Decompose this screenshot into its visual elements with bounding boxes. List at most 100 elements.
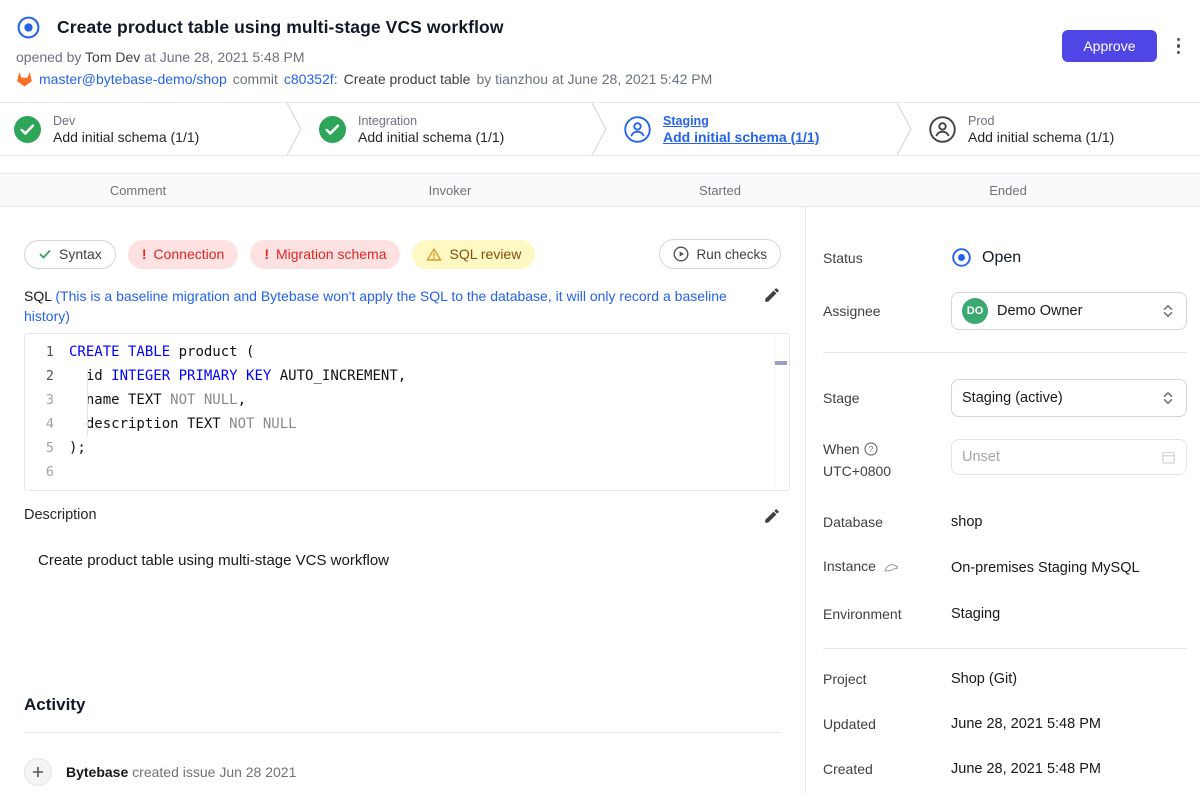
environment-value: Staging — [951, 606, 1000, 622]
column-header-ended: Ended — [816, 183, 1200, 198]
code-line: 1CREATE TABLE product ( — [25, 340, 789, 364]
instance-value: On-premises Staging MySQL — [951, 560, 1140, 576]
check-badge-connection[interactable]: ! Connection — [128, 240, 239, 269]
editor-overview-ruler-mark — [775, 361, 787, 365]
more-actions-button[interactable] — [1171, 34, 1187, 59]
page-title: Create product table using multi-stage V… — [57, 17, 504, 38]
updated-value: June 28, 2021 5:48 PM — [951, 716, 1101, 732]
when-date-input[interactable]: Unset — [951, 439, 1187, 475]
line-number: 1 — [25, 340, 69, 364]
line-number: 3 — [25, 388, 69, 412]
assignee-avatar: DO — [962, 298, 988, 324]
stage-separator — [895, 103, 915, 155]
assignee-value: Demo Owner — [997, 303, 1082, 319]
environment-row: Environment Staging — [823, 606, 1187, 622]
help-question-icon[interactable]: ? — [864, 441, 878, 461]
line-number: 5 — [25, 436, 69, 460]
assignee-select[interactable]: DO Demo Owner — [951, 292, 1187, 330]
vcs-commit-line: master@bytebase-demo/shop commit c80352f… — [16, 71, 1184, 87]
created-label: Created — [823, 761, 951, 777]
task-table-header: Comment Invoker Started Ended — [0, 173, 1200, 207]
stage-prod[interactable]: Prod Add initial schema (1/1) — [915, 103, 1200, 155]
line-number: 6 — [25, 460, 69, 484]
when-placeholder: Unset — [962, 449, 1000, 465]
line-number: 4 — [25, 412, 69, 436]
sql-code-editor[interactable]: 1CREATE TABLE product ( 2 id INTEGER PRI… — [24, 333, 790, 491]
updated-row: Updated June 28, 2021 5:48 PM — [823, 716, 1187, 732]
description-label: Description — [24, 507, 97, 523]
stage-task: Add initial schema (1/1) — [358, 129, 504, 145]
stage-separator — [285, 103, 305, 155]
sidebar-divider — [823, 648, 1187, 649]
branch-repo-link[interactable]: master@bytebase-demo/shop — [39, 71, 227, 87]
issue-open-icon — [16, 15, 41, 40]
issue-detail-page: Create product table using multi-stage V… — [0, 0, 1200, 800]
status-label: Status — [823, 250, 951, 266]
stage-pipeline: Dev Add initial schema (1/1) Integration… — [0, 102, 1200, 156]
created-row: Created June 28, 2021 5:48 PM — [823, 761, 1187, 777]
code-line: 2 id INTEGER PRIMARY KEY AUTO_INCREMENT, — [25, 364, 789, 388]
sql-section-header: SQL (This is a baseline migration and By… — [24, 286, 781, 326]
chevron-updown-icon — [1160, 390, 1176, 406]
edit-sql-icon[interactable] — [763, 286, 781, 326]
sql-baseline-note: (This is a baseline migration and Byteba… — [24, 288, 727, 324]
stage-row: Stage Staging (active) — [823, 379, 1187, 417]
when-row: When? UTC+0800 Unset — [823, 439, 1187, 481]
column-header-invoker: Invoker — [276, 183, 624, 198]
stage-separator — [590, 103, 610, 155]
opened-by-time: at June 28, 2021 5:48 PM — [144, 49, 304, 65]
assignee-row: Assignee DO Demo Owner — [823, 292, 1187, 330]
commit-meta: by tianzhou at June 28, 2021 5:42 PM — [476, 71, 712, 87]
sql-label: SQL — [24, 288, 55, 304]
instance-row: Instance On-premises Staging MySQL — [823, 558, 1187, 577]
chevron-updown-icon — [1160, 303, 1176, 319]
check-badge-syntax[interactable]: Syntax — [24, 240, 116, 269]
column-header-comment: Comment — [0, 183, 276, 198]
project-row: Project Shop (Git) — [823, 671, 1187, 687]
updated-label: Updated — [823, 716, 951, 732]
stage-label: Stage — [823, 390, 951, 406]
database-value: shop — [951, 514, 982, 530]
check-badge-sql-review[interactable]: SQL review — [412, 240, 535, 269]
stage-task: Add initial schema (1/1) — [663, 129, 819, 145]
stage-name: Dev — [53, 114, 199, 128]
error-bang-icon: ! — [264, 246, 269, 262]
run-checks-label: Run checks — [696, 247, 767, 262]
activity-entry: Bytebase created issue Jun 28 2021 — [24, 758, 781, 786]
environment-label: Environment — [823, 606, 951, 622]
stage-dev[interactable]: Dev Add initial schema (1/1) — [0, 103, 285, 155]
check-badge-migration-schema[interactable]: ! Migration schema — [250, 240, 400, 269]
created-value: June 28, 2021 5:48 PM — [951, 761, 1101, 777]
stage-name: Prod — [968, 114, 1114, 128]
commit-hash-link[interactable]: c80352f: — [284, 71, 338, 87]
code-line: 6 — [25, 460, 789, 484]
commit-word: commit — [233, 71, 278, 87]
project-value: Shop (Git) — [951, 671, 1017, 687]
status-row: Status Open — [823, 247, 1187, 268]
activity-divider — [24, 732, 781, 733]
database-label: Database — [823, 514, 951, 530]
code-line: 3 name TEXT NOT NULL, — [25, 388, 789, 412]
svg-text:?: ? — [868, 444, 873, 454]
calendar-icon — [1161, 450, 1176, 465]
check-circle-icon — [319, 116, 346, 143]
stage-select[interactable]: Staging (active) — [951, 379, 1187, 417]
line-number: 2 — [25, 364, 69, 388]
approve-button[interactable]: Approve — [1062, 30, 1156, 62]
checks-row: Syntax ! Connection ! Migration schema S… — [24, 239, 781, 269]
column-header-started: Started — [624, 183, 816, 198]
indent-guide — [87, 370, 88, 436]
check-badge-label: Syntax — [59, 246, 102, 262]
run-checks-button[interactable]: Run checks — [659, 239, 781, 269]
warning-triangle-icon — [426, 247, 442, 262]
editor-scrollbar-track[interactable] — [774, 334, 775, 490]
edit-description-icon[interactable] — [763, 507, 781, 530]
activity-actor: Bytebase — [66, 764, 128, 780]
stage-staging[interactable]: Staging Add initial schema (1/1) — [610, 103, 895, 155]
stage-value: Staging (active) — [962, 390, 1063, 406]
run-icon — [673, 246, 689, 262]
stage-integration[interactable]: Integration Add initial schema (1/1) — [305, 103, 590, 155]
activity-heading: Activity — [24, 695, 781, 715]
check-badge-label: Migration schema — [276, 246, 387, 262]
stage-name: Staging — [663, 114, 819, 128]
